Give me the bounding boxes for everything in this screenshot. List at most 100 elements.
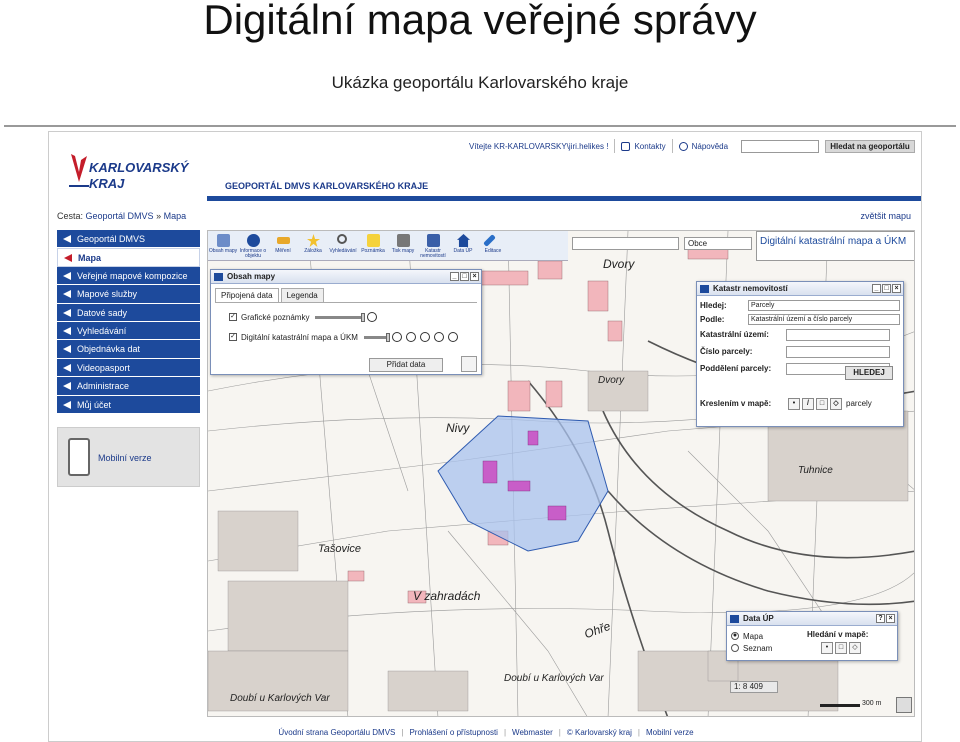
info-icon[interactable]	[391, 332, 402, 342]
tool-mereni[interactable]: Měření	[268, 231, 298, 261]
tool-label: Editace	[484, 248, 502, 254]
sidebar-item-kompozice[interactable]: Veřejné mapové kompozice	[57, 266, 200, 286]
draw-point-icon[interactable]: •	[788, 397, 800, 410]
footer-link-webmaster[interactable]: Webmaster	[512, 728, 553, 737]
phone-icon	[68, 438, 90, 476]
draw-polygon-icon[interactable]: ◇	[849, 642, 861, 654]
tool-katastr[interactable]: Katastr nemovitostí	[418, 231, 448, 261]
sidebar-item-label: Videopasport	[77, 362, 130, 373]
tool-tisk[interactable]: Tisk mapy	[388, 231, 418, 261]
radio-seznam[interactable]: Seznam	[731, 642, 772, 654]
scale-bar	[820, 704, 860, 707]
tab-pripojena-data[interactable]: Připojená data	[215, 288, 279, 302]
sidebar-nav: Geoportál DMVS Mapa Veřejné mapové kompo…	[57, 230, 200, 414]
radio-checked-icon[interactable]: ●	[731, 632, 739, 640]
overview-map-icon[interactable]	[896, 697, 912, 713]
site-search-input[interactable]	[741, 140, 819, 153]
footer-link-mobile[interactable]: Mobilní verze	[646, 728, 694, 737]
slider-handle[interactable]	[361, 312, 366, 322]
remove-icon[interactable]	[447, 332, 458, 342]
layer-checkbox[interactable]: ✓	[229, 313, 237, 321]
sidebar-item-mapove-sluzby[interactable]: Mapové služby	[57, 285, 200, 304]
sidebar-item-datove-sady[interactable]: Datové sady	[57, 303, 200, 322]
footer-link-copyright[interactable]: © Karlovarský kraj	[567, 728, 632, 737]
close-icon[interactable]: ×	[892, 284, 901, 293]
opacity-slider[interactable]	[315, 312, 366, 322]
breadcrumb-separator: »	[156, 211, 162, 221]
tool-vyhledavani[interactable]: Vyhledávání	[328, 231, 358, 261]
footer-separator: |	[558, 727, 561, 737]
sidebar-item-videopasport[interactable]: Videopasport	[57, 358, 200, 378]
draw-rect-icon[interactable]: □	[835, 642, 847, 654]
refresh-icon[interactable]	[461, 356, 477, 372]
katastralni-uzemi-input[interactable]	[786, 328, 890, 341]
obec-search-input[interactable]	[572, 237, 679, 250]
podle-select[interactable]: Katastrální území a číslo parcely	[748, 313, 900, 325]
hledej-select[interactable]: Parcely	[748, 299, 900, 311]
enlarge-map-link[interactable]: zvětšit mapu	[860, 211, 911, 221]
base-layer-select[interactable]: Digitální katastrální mapa a ÚKM	[756, 231, 914, 261]
window-buttons: _ □ ×	[871, 284, 901, 293]
close-icon[interactable]: ×	[470, 272, 479, 281]
sidebar-item-geoportal[interactable]: Geoportál DMVS	[57, 230, 200, 249]
slider-handle[interactable]	[385, 332, 390, 342]
maximize-icon[interactable]: □	[882, 284, 891, 293]
contacts-link[interactable]: Kontakty	[634, 142, 665, 151]
draw-polygon-icon[interactable]: ◇	[830, 397, 842, 410]
karlovarsky-kraj-logo[interactable]: KARLOVARSKÝ KRAJ	[67, 152, 188, 196]
close-icon[interactable]: ×	[886, 614, 895, 623]
footer-separator: |	[503, 727, 507, 737]
sidebar-item-mapa[interactable]: Mapa	[57, 248, 200, 267]
help-icon[interactable]: ?	[876, 614, 885, 623]
radio-label: Mapa	[743, 631, 764, 641]
sidebar-item-objednavka[interactable]: Objednávka dat	[57, 340, 200, 359]
tab-legenda[interactable]: Legenda	[280, 288, 324, 302]
minimize-icon[interactable]: _	[872, 284, 881, 293]
target-icon[interactable]	[433, 332, 444, 342]
draw-rect-icon[interactable]: □	[816, 397, 828, 410]
layer-label: Grafické poznámky	[241, 312, 310, 322]
layer-checkbox[interactable]: ✓	[229, 333, 237, 341]
tool-poznamka[interactable]: Poznámka	[358, 231, 388, 261]
site-search-button[interactable]: Hledat na geoportálu	[825, 140, 915, 153]
map-viewport[interactable]: Dvory Dvory Nivy Tašovice V zahradách Oh…	[207, 230, 915, 717]
copyright-icon[interactable]	[405, 332, 416, 342]
radio-unchecked-icon[interactable]	[731, 644, 739, 652]
radio-label: Seznam	[743, 643, 773, 653]
tool-label: Záložka	[304, 248, 322, 254]
breadcrumb-link-geoportal[interactable]: Geoportál DMVS	[86, 211, 154, 221]
opacity-slider[interactable]	[363, 332, 390, 342]
footer-link-home[interactable]: Úvodní strana Geoportálu DMVS	[278, 728, 395, 737]
arrow-icon	[63, 271, 71, 280]
tool-obsah-mapy[interactable]: Obsah mapy	[208, 231, 238, 261]
sidebar-item-vyhledavani[interactable]: Vyhledávání	[57, 321, 200, 341]
welcome-user-link[interactable]: Vítejte KR-KARLOVARSKY\jiri.helikes !	[469, 142, 608, 151]
tool-zalozka[interactable]: Záložka	[298, 231, 328, 261]
logo-text-line2: KRAJ	[89, 176, 125, 191]
help-link[interactable]: Nápověda	[692, 142, 728, 151]
target-icon[interactable]	[367, 312, 378, 322]
portal-title: GEOPORTÁL DMVS KARLOVARSKÉHO KRAJE	[225, 181, 429, 191]
sidebar-item-muj-ucet[interactable]: Můj účet	[57, 395, 200, 414]
sidebar-item-administrace[interactable]: Administrace	[57, 377, 200, 396]
hledej-button[interactable]: HLEDEJ	[845, 366, 893, 380]
tool-informace[interactable]: Informace o objektu	[238, 231, 268, 261]
maximize-icon[interactable]: □	[460, 272, 469, 281]
obec-type-select[interactable]: Obce	[684, 237, 752, 250]
radio-mapa[interactable]: ● Mapa	[731, 630, 772, 642]
move-icon[interactable]	[419, 332, 430, 342]
slide-title: Digitální mapa veřejné správy	[203, 0, 757, 43]
add-data-button[interactable]: Přidat data	[369, 358, 443, 372]
minimize-icon[interactable]: _	[450, 272, 459, 281]
cislo-parcely-input[interactable]	[786, 345, 890, 358]
mobile-version-box[interactable]: Mobilní verze	[57, 427, 200, 487]
radio-group: ● Mapa Seznam	[731, 630, 772, 654]
footer-link-accessibility[interactable]: Prohlášení o přístupnosti	[409, 728, 498, 737]
tool-editace[interactable]: Editace	[478, 231, 508, 261]
draw-point-icon[interactable]: •	[821, 642, 833, 654]
arrow-icon	[63, 290, 71, 299]
katastr-window: Katastr nemovitostí _ □ × Hledej: Parcely …	[696, 281, 904, 427]
tool-data-up[interactable]: Data ÚP	[448, 231, 478, 261]
draw-line-icon[interactable]: /	[802, 397, 814, 410]
hledani-v-mape-label: Hledání v mapě:	[807, 630, 869, 639]
